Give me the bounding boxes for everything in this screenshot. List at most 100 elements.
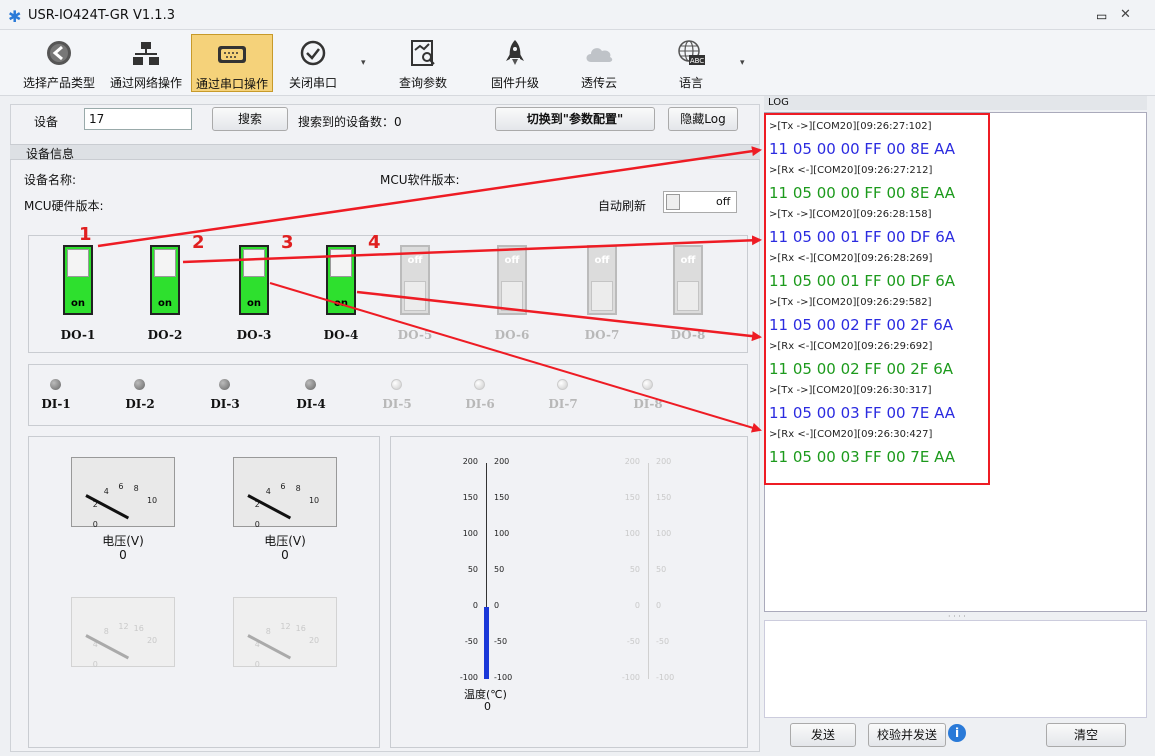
meter-scale-label: 8 <box>265 626 271 636</box>
do-8-switch[interactable]: off <box>673 245 703 315</box>
di-2-led <box>134 379 145 390</box>
do-1-switch[interactable]: on <box>63 245 93 315</box>
do-3-switch[interactable]: on <box>239 245 269 315</box>
thermo-tick-left: -100 <box>621 673 640 682</box>
send-input[interactable] <box>764 620 1147 718</box>
switch-knob <box>243 249 265 277</box>
globe-abc-icon: ABC <box>675 38 707 68</box>
switch-state: off <box>407 255 423 266</box>
do-8-label: DO-8 <box>670 328 706 342</box>
network-operation-button[interactable]: 通过网络操作 <box>104 34 188 92</box>
switch-knob <box>501 281 523 311</box>
language-dropdown-icon[interactable]: ▾ <box>740 58 745 68</box>
firmware-upgrade-button[interactable]: 固件升级 <box>484 34 546 92</box>
meter-1-caption: 电压(V) <box>102 534 144 548</box>
device-name-label: 设备名称: <box>24 173 77 187</box>
thermo-tick-right: 100 <box>656 529 672 538</box>
di-7-led <box>557 379 568 390</box>
meter-scale-label: 4 <box>265 486 271 496</box>
rocket-icon <box>499 38 531 68</box>
auto-refresh-toggle[interactable]: off <box>663 191 737 213</box>
switch-knob <box>404 281 426 311</box>
select-product-button[interactable]: 选择产品类型 <box>16 34 102 92</box>
do-7-label: DO-7 <box>584 328 620 342</box>
meter-3-face: 0 4 8 12 16 20 <box>71 597 175 669</box>
close-icon[interactable]: ✕ <box>1120 7 1131 22</box>
meter-scale-label: 0 <box>92 519 98 529</box>
switch-knob <box>154 249 176 277</box>
toggle-state: off <box>716 195 731 208</box>
minimize-icon[interactable]: ▭ <box>1096 9 1107 23</box>
serial-port-icon <box>216 39 248 69</box>
do-7-switch[interactable]: off <box>587 245 617 315</box>
do-6-switch[interactable]: off <box>497 245 527 315</box>
do-3-label: DO-3 <box>236 328 272 342</box>
info-icon[interactable]: i <box>948 724 966 742</box>
serial-operation-button[interactable]: 通过串口操作 <box>191 34 273 92</box>
meter-1-face: 0 2 4 6 8 10 <box>71 457 175 529</box>
meter-scale-label: 0 <box>254 519 260 529</box>
thermo-tick-right: 100 <box>494 529 510 538</box>
meter-scale-label: 10 <box>308 495 320 505</box>
annotation-marker-1: 1 <box>79 224 92 245</box>
annotation-marker-4: 4 <box>368 232 381 253</box>
do-5-switch[interactable]: off <box>400 245 430 315</box>
meter-scale-label: 8 <box>103 626 109 636</box>
svg-text:ABC: ABC <box>690 57 704 65</box>
di-4-led <box>305 379 316 390</box>
thermo-tick-right: 200 <box>656 457 672 466</box>
mcu-hardware-version-label: MCU硬件版本: <box>24 199 104 213</box>
search-button[interactable]: 搜索 <box>212 107 288 131</box>
di-6-label: DI-6 <box>465 397 495 411</box>
clear-button[interactable]: 清空 <box>1046 723 1126 747</box>
do-4-switch[interactable]: on <box>326 245 356 315</box>
log-highlight-box <box>764 113 990 485</box>
thermo-tick-right: 200 <box>494 457 510 466</box>
do-1-label: DO-1 <box>60 328 96 342</box>
thermo-tick-left: 0 <box>634 601 640 610</box>
switch-knob <box>591 281 613 311</box>
di-4-label: DI-4 <box>296 397 326 411</box>
language-button[interactable]: ABC 语言 <box>664 34 718 92</box>
device-label: 设备 <box>34 115 59 129</box>
query-icon <box>407 38 439 68</box>
do-6-label: DO-6 <box>494 328 530 342</box>
transparent-cloud-button[interactable]: 透传云 <box>572 34 626 92</box>
thermo-tick-left: 100 <box>462 529 478 538</box>
di-1-led <box>50 379 61 390</box>
di-7-label: DI-7 <box>548 397 578 411</box>
do-2-switch[interactable]: on <box>150 245 180 315</box>
switch-state: on <box>158 298 172 309</box>
device-id-input[interactable]: 17 <box>84 108 192 130</box>
cloud-icon <box>583 38 615 68</box>
switch-state: off <box>504 255 520 266</box>
meter-scale-label: 16 <box>295 624 306 634</box>
di-5-led <box>391 379 402 390</box>
mcu-software-version-label: MCU软件版本: <box>380 173 460 187</box>
thermo-tick-right: -50 <box>656 637 670 646</box>
thermo-tick-right: 0 <box>494 601 500 610</box>
check-and-send-button[interactable]: 校验并发送 <box>868 723 946 747</box>
hide-log-button[interactable]: 隐藏Log <box>668 107 738 131</box>
thermo-tick-left: 100 <box>624 529 640 538</box>
switch-to-config-button[interactable]: 切换到"参数配置" <box>495 107 655 131</box>
meter-scale-label: 0 <box>92 659 98 669</box>
thermo-tick-right: -50 <box>494 637 508 646</box>
temperature-group <box>390 436 748 748</box>
meter-scale-label: 6 <box>280 481 286 491</box>
meter-2-face: 0 2 4 6 8 10 <box>233 457 337 529</box>
meter-scale-label: 8 <box>133 484 139 494</box>
device-info-header: 设备信息 <box>10 144 760 161</box>
thermo-tick-left: 50 <box>467 565 478 574</box>
meter-2-value: 0 <box>281 548 289 562</box>
switch-knob <box>330 249 352 277</box>
auto-refresh-label: 自动刷新 <box>598 199 647 213</box>
thermo-tick-right: -100 <box>656 673 675 682</box>
close-port-button[interactable]: 关闭串口 <box>278 34 348 92</box>
meter-scale-label: 6 <box>118 481 124 491</box>
meter-scale-label: 0 <box>254 659 260 669</box>
close-port-dropdown-icon[interactable]: ▾ <box>361 58 366 68</box>
query-params-button[interactable]: 查询参数 <box>392 34 454 92</box>
temperature-value: 0 <box>484 700 491 713</box>
send-button[interactable]: 发送 <box>790 723 856 747</box>
